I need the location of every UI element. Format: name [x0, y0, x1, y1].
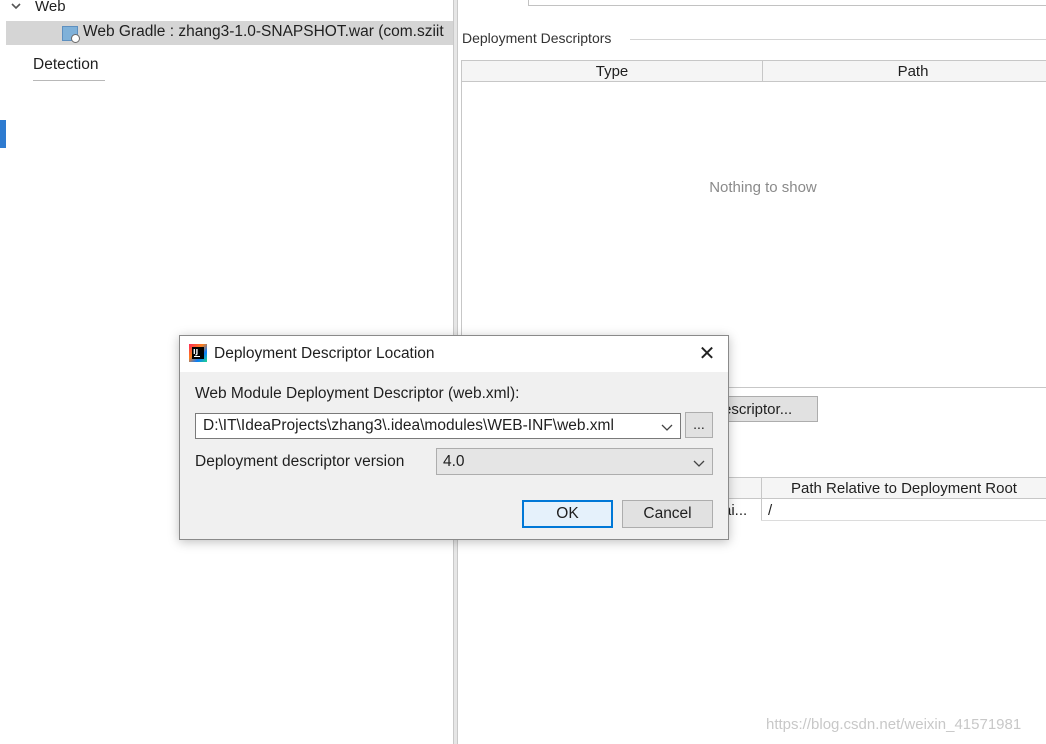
dialog-title-bar[interactable]: IJ Deployment Descriptor Location ✕ [180, 336, 728, 372]
table-header: Type Path [462, 61, 1046, 82]
column-header-path-relative[interactable]: Path Relative to Deployment Root [762, 480, 1046, 497]
browse-button[interactable]: ... [685, 412, 713, 438]
tree-item-web-gradle-label: Web Gradle : zhang3-1.0-SNAPSHOT.war (co… [83, 23, 444, 40]
chevron-down-icon[interactable] [10, 0, 22, 15]
tree-item-web[interactable]: Web [0, 0, 453, 18]
intellij-idea-icon: IJ [189, 344, 207, 362]
column-header-type[interactable]: Type [462, 63, 762, 80]
cancel-button[interactable]: Cancel [622, 500, 713, 528]
deployment-descriptor-location-dialog: IJ Deployment Descriptor Location ✕ Web … [179, 335, 729, 540]
empty-table-text: Nothing to show [709, 179, 817, 196]
deployment-descriptors-title: Deployment Descriptors [462, 30, 612, 46]
dialog-title: Deployment Descriptor Location [214, 345, 435, 362]
descriptor-path-label: Web Module Deployment Descriptor (web.xm… [195, 385, 520, 402]
section-divider [630, 39, 1046, 40]
table-row-divider [761, 520, 1046, 521]
column-separator[interactable] [761, 478, 762, 520]
descriptor-version-select[interactable]: 4.0 [436, 448, 713, 475]
add-deployment-descriptor-button[interactable]: escriptor... [722, 396, 818, 422]
watermark: https://blog.csdn.net/weixin_41571981 [766, 716, 1022, 733]
close-icon[interactable]: ✕ [695, 342, 719, 366]
left-edge-accent [0, 120, 6, 148]
web-facet-overlay-icon [71, 34, 80, 43]
tree-item-web-label: Web [35, 0, 66, 15]
top-combo-box[interactable] [528, 0, 1046, 6]
ok-button[interactable]: OK [522, 500, 613, 528]
table-cell-path-relative[interactable]: / [768, 502, 772, 519]
descriptor-path-value: D:\IT\IdeaProjects\zhang3\.idea\modules\… [203, 417, 614, 434]
descriptor-version-label: Deployment descriptor version [195, 453, 405, 470]
add-deployment-descriptor-button-label: escriptor... [723, 401, 793, 418]
tree-item-web-gradle[interactable]: Web Gradle : zhang3-1.0-SNAPSHOT.war (co… [6, 21, 453, 45]
descriptor-path-combo[interactable]: D:\IT\IdeaProjects\zhang3\.idea\modules\… [195, 413, 681, 439]
chevron-down-icon[interactable] [693, 456, 705, 468]
tree-item-detection[interactable]: Detection [33, 56, 105, 81]
chevron-down-icon[interactable] [661, 420, 673, 432]
column-header-path[interactable]: Path [763, 63, 1046, 80]
descriptor-version-value: 4.0 [443, 453, 465, 470]
